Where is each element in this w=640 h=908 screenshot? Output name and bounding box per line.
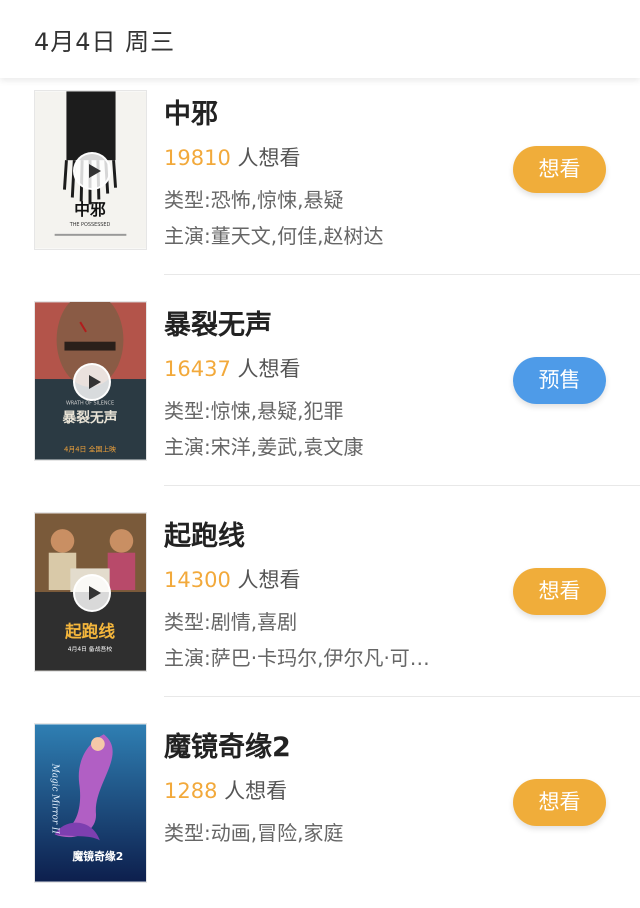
movie-genre: 类型:剧情,喜剧 [164,610,298,634]
movie-item[interactable]: 中邪 THE POSSESSED 中邪 19810 人想看 类型:恐怖,惊悚,悬… [0,78,640,275]
movie-poster: Magic Mirror II 魔镜奇缘2 [34,723,147,883]
movie-genre: 类型:动画,冒险,家庭 [164,821,344,845]
movie-genre: 类型:惊悚,悬疑,犯罪 [164,399,344,423]
movie-item[interactable]: 起跑线 4月4日 备战吾校 起跑线 14300 人想看 类型:剧情,喜剧 主演:… [0,486,640,697]
movie-poster[interactable]: 中邪 THE POSSESSED [34,90,147,250]
poster-title-text: 魔镜奇缘2 [73,849,124,863]
movie-cast: 主演:宋洋,姜武,袁文康 [164,435,364,459]
play-icon[interactable] [73,363,111,401]
poster-subtitle-text: WRATH OF SILENCE [66,401,114,407]
wish-line: 19810 人想看 [164,142,301,172]
wish-suffix: 人想看 [237,357,301,381]
movie-title: 暴裂无声 [164,310,272,341]
movie-poster[interactable]: 起跑线 4月4日 备战吾校 [34,512,147,672]
wish-count: 19810 [164,146,231,170]
wish-suffix: 人想看 [237,146,301,170]
movie-list: 中邪 THE POSSESSED 中邪 19810 人想看 类型:恐怖,惊悚,悬… [0,78,640,908]
poster-title-text: 暴裂无声 [62,409,118,426]
wish-line: 14300 人想看 [164,564,301,594]
movie-item[interactable]: Magic Mirror II 魔镜奇缘2 魔镜奇缘2 1288 人想看 类型:… [0,697,640,908]
poster-subtitle-text: THE POSSESSED [69,222,111,228]
poster-subtitle-text: Magic Mirror II [50,763,60,835]
wish-line: 1288 人想看 [164,775,287,805]
movie-item[interactable]: 暴裂无声 WRATH OF SILENCE 4月4日 全国上映 暴裂无声 164… [0,275,640,486]
movie-title: 起跑线 [164,521,245,552]
wish-count: 16437 [164,357,231,381]
play-icon[interactable] [73,574,111,612]
top-date-header: 4月4日 周三 [0,0,640,78]
date-label: 4月4日 周三 [34,28,176,56]
wish-count: 14300 [164,568,231,592]
movie-cast: 主演:董天文,何佳,赵树达 [164,224,384,248]
movie-title: 魔镜奇缘2 [164,732,291,763]
poster-art-magic-mirror: Magic Mirror II 魔镜奇缘2 [35,724,146,882]
movie-cast: 主演:萨巴·卡玛尔,伊尔凡·可… [164,646,430,670]
want-button[interactable]: 想看 [513,146,606,193]
wish-suffix: 人想看 [237,568,301,592]
play-icon[interactable] [73,152,111,190]
wish-count: 1288 [164,779,218,803]
poster-title-text: 起跑线 [64,621,115,641]
movie-title: 中邪 [164,99,218,130]
movie-genre: 类型:恐怖,惊悚,悬疑 [164,188,344,212]
wish-suffix: 人想看 [224,779,288,803]
movie-poster[interactable]: 暴裂无声 WRATH OF SILENCE 4月4日 全国上映 [34,301,147,461]
wish-line: 16437 人想看 [164,353,301,383]
poster-title-text: 中邪 [74,200,106,219]
poster-date-text: 4月4日 备战吾校 [68,645,113,653]
want-button[interactable]: 想看 [513,779,606,826]
presale-button[interactable]: 预售 [513,357,606,404]
want-button[interactable]: 想看 [513,568,606,615]
poster-date-text: 4月4日 全国上映 [64,445,116,454]
